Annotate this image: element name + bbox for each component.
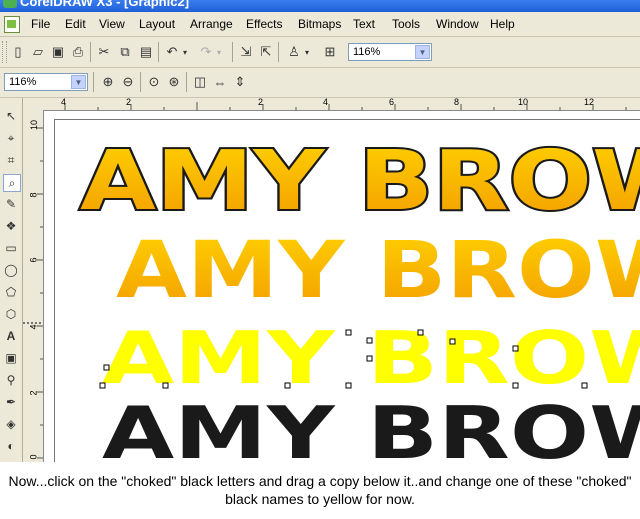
menu-window[interactable]: Window xyxy=(436,17,479,31)
menu-arrange[interactable]: Arrange xyxy=(190,17,233,31)
node-handle xyxy=(417,329,424,336)
drawing-canvas[interactable]: AMY BROW AMY BROW AMY BROW AMY BROW xyxy=(44,111,640,462)
node-handle xyxy=(99,382,106,389)
ellipse-tool-icon[interactable]: ◯ xyxy=(3,262,19,278)
zoom-to-page-height-icon[interactable]: ⇕ xyxy=(230,72,250,92)
menu-text[interactable]: Text xyxy=(353,17,375,31)
export-icon[interactable]: ⇱ xyxy=(256,42,276,62)
menu-help[interactable]: Help xyxy=(490,17,515,31)
cut-icon[interactable]: ✂ xyxy=(94,42,114,62)
zoom-out-icon[interactable]: ⊖ xyxy=(118,72,138,92)
shape-tool-icon[interactable]: ⌖ xyxy=(3,130,19,146)
text-tool-icon[interactable]: A xyxy=(3,328,19,344)
zoom-level-value: 116% xyxy=(353,46,381,58)
separator xyxy=(140,72,141,92)
node-handle xyxy=(162,382,169,389)
basic-shapes-tool-icon[interactable]: ⬡ xyxy=(3,306,19,322)
title-bar: CorelDRAW X3 - [Graphic2] xyxy=(0,0,640,12)
chevron-down-icon[interactable]: ▼ xyxy=(71,75,86,89)
horizontal-ruler-ticks xyxy=(64,102,627,110)
artwork-line-black[interactable]: AMY BROW xyxy=(102,391,640,462)
separator xyxy=(93,72,94,92)
save-icon[interactable]: ▣ xyxy=(48,42,68,62)
application-launcher-icon[interactable]: ♙ xyxy=(284,42,304,62)
menu-bitmaps[interactable]: Bitmaps xyxy=(298,17,341,31)
toolbar-grip[interactable] xyxy=(2,41,7,63)
new-document-icon[interactable]: ▯ xyxy=(8,42,28,62)
outline-tool-icon[interactable]: ✒ xyxy=(3,394,19,410)
polygon-tool-icon[interactable]: ⬠ xyxy=(3,284,19,300)
standard-toolbar: ▯ ▱ ▣ ⎙ ✂ ⧉ ▤ ↶ ▾ ↷ ▾ ⇲ ⇱ ♙ ▾ ⊞ 116% ▼ xyxy=(0,37,640,68)
rectangle-tool-icon[interactable]: ▭ xyxy=(3,240,19,256)
menu-file[interactable]: File xyxy=(31,17,50,31)
artwork: AMY BROW AMY BROW AMY BROW AMY BROW xyxy=(78,132,640,462)
menu-bar: File Edit View Layout Arrange Effects Bi… xyxy=(0,12,640,37)
node-handle xyxy=(366,337,373,344)
print-icon[interactable]: ⎙ xyxy=(68,42,88,62)
menu-effects[interactable]: Effects xyxy=(246,17,282,31)
zoom-toolbar: 116% ▼ ⊕ ⊖ ⊙ ⊛ ◫ ⇔ ⇕ xyxy=(0,68,640,98)
toolbox: ↖ ⌖ ⌗ ⌕ ✎ ❖ ▭ ◯ ⬠ ⬡ A ▣ ⚲ ✒ ◈ ◐ xyxy=(0,98,23,462)
eyedropper-tool-icon[interactable]: ⚲ xyxy=(3,372,19,388)
artwork-line-orange[interactable]: AMY BROW xyxy=(116,226,640,316)
document-icon[interactable] xyxy=(4,16,20,33)
freehand-tool-icon[interactable]: ✎ xyxy=(3,196,19,212)
node-handle xyxy=(449,338,456,345)
redo-dropdown-icon[interactable]: ▾ xyxy=(214,42,224,62)
instruction-banner: Now...click on the "choked" black letter… xyxy=(0,462,640,519)
node-handle xyxy=(581,382,588,389)
copy-icon[interactable]: ⧉ xyxy=(115,42,135,62)
interactive-fill-tool-icon[interactable]: ◐ xyxy=(3,438,19,454)
interactive-blend-tool-icon[interactable]: ▣ xyxy=(3,350,19,366)
chevron-down-icon[interactable]: ▼ xyxy=(415,45,430,59)
menu-edit[interactable]: Edit xyxy=(65,17,86,31)
paste-icon[interactable]: ▤ xyxy=(136,42,156,62)
menu-layout[interactable]: Layout xyxy=(139,17,175,31)
node-handle xyxy=(284,382,291,389)
vertical-ruler[interactable]: 10 8 6 4 2 0 xyxy=(23,110,44,462)
zoom-to-page-width-icon[interactable]: ⇔ xyxy=(210,72,230,92)
menu-view[interactable]: View xyxy=(99,17,125,31)
undo-dropdown-icon[interactable]: ▾ xyxy=(180,42,190,62)
horizontal-ruler[interactable]: 4 2 2 4 6 8 10 12 xyxy=(23,97,640,111)
separator xyxy=(158,42,159,62)
separator xyxy=(186,72,187,92)
node-handle xyxy=(103,364,110,371)
open-icon[interactable]: ▱ xyxy=(28,42,48,62)
node-handle xyxy=(345,329,352,336)
vertical-ruler-ticks xyxy=(23,127,43,459)
smart-fill-tool-icon[interactable]: ❖ xyxy=(3,218,19,234)
node-handle xyxy=(512,345,519,352)
separator xyxy=(278,42,279,62)
undo-icon[interactable]: ↶ xyxy=(162,42,182,62)
crop-tool-icon[interactable]: ⌗ xyxy=(3,152,19,168)
import-icon[interactable]: ⇲ xyxy=(236,42,256,62)
node-handle xyxy=(512,382,519,389)
zoom-tool-icon[interactable]: ⌕ xyxy=(3,174,21,192)
coreldraw-app-icon xyxy=(3,0,17,8)
zoom-in-icon[interactable]: ⊕ xyxy=(98,72,118,92)
zoom-property-combo[interactable]: 116% ▼ xyxy=(4,73,88,91)
pick-tool-icon[interactable]: ↖ xyxy=(3,108,19,124)
node-handle xyxy=(366,355,373,362)
node-handle xyxy=(345,382,352,389)
zoom-level-value: 116% xyxy=(9,76,37,88)
artwork-line-outlined-orange[interactable]: AMY BROW xyxy=(78,132,640,231)
zoom-to-all-objects-icon[interactable]: ⊛ xyxy=(164,72,184,92)
launcher-dropdown-icon[interactable]: ▾ xyxy=(302,42,312,62)
zoom-to-page-icon[interactable]: ◫ xyxy=(190,72,210,92)
corel-online-icon[interactable]: ⊞ xyxy=(320,42,340,62)
separator xyxy=(232,42,233,62)
window-title: CorelDRAW X3 - [Graphic2] xyxy=(20,0,190,9)
separator xyxy=(90,42,91,62)
fill-tool-icon[interactable]: ◈ xyxy=(3,416,19,432)
menu-tools[interactable]: Tools xyxy=(392,17,420,31)
zoom-levels-combo[interactable]: 116% ▼ xyxy=(348,43,432,61)
zoom-to-selected-icon[interactable]: ⊙ xyxy=(144,72,164,92)
redo-icon[interactable]: ↷ xyxy=(196,42,216,62)
instruction-text: Now...click on the "choked" black letter… xyxy=(8,473,632,507)
